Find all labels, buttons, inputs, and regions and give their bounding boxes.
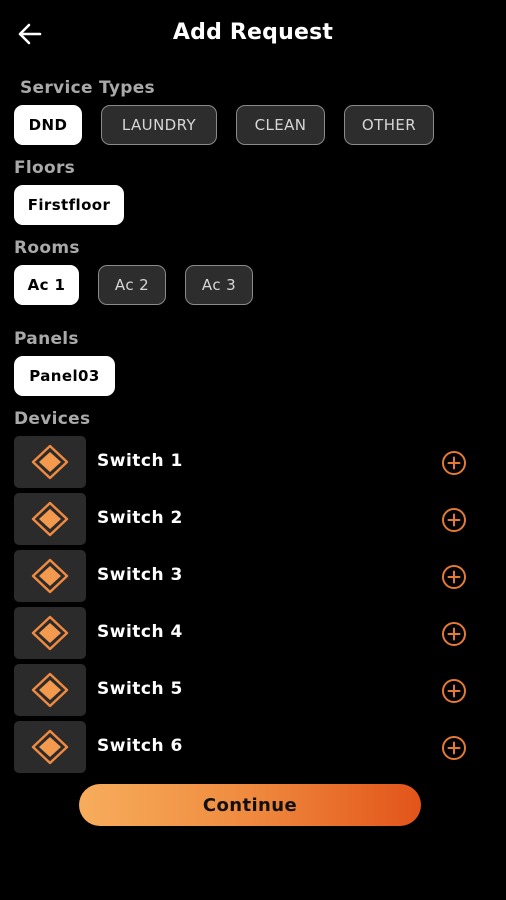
- add-device-button[interactable]: [441, 621, 467, 647]
- device-label: Switch 5: [97, 679, 183, 699]
- device-icon-box: [14, 721, 86, 773]
- diamond-switch-icon: [31, 558, 69, 594]
- chip-service-clean[interactable]: CLEAN: [236, 105, 325, 145]
- diamond-switch-icon: [31, 615, 69, 651]
- plus-circle-icon: [442, 508, 466, 532]
- chip-floor-firstfloor[interactable]: Firstfloor: [14, 185, 124, 225]
- add-device-button[interactable]: [441, 678, 467, 704]
- device-row-switch-6[interactable]: Switch 6: [14, 721, 484, 773]
- diamond-switch-icon: [31, 444, 69, 480]
- device-row-switch-2[interactable]: Switch 2: [14, 493, 484, 545]
- chip-service-laundry[interactable]: LAUNDRY: [101, 105, 217, 145]
- device-label: Switch 4: [97, 622, 183, 642]
- device-row-switch-4[interactable]: Switch 4: [14, 607, 484, 659]
- chip-room-ac2[interactable]: Ac 2: [98, 265, 166, 305]
- panels-label: Panels: [14, 329, 79, 349]
- app-header: Add Request: [0, 0, 506, 66]
- service-types-label: Service Types: [20, 78, 155, 98]
- plus-circle-icon: [442, 565, 466, 589]
- floors-label: Floors: [14, 158, 76, 178]
- device-label: Switch 6: [97, 736, 183, 756]
- add-device-button[interactable]: [441, 564, 467, 590]
- rooms-label: Rooms: [14, 238, 80, 258]
- continue-button[interactable]: Continue: [79, 784, 421, 826]
- add-device-button[interactable]: [441, 735, 467, 761]
- diamond-switch-icon: [31, 729, 69, 765]
- device-label: Switch 3: [97, 565, 183, 585]
- add-device-button[interactable]: [441, 450, 467, 476]
- device-icon-box: [14, 607, 86, 659]
- device-label: Switch 2: [97, 508, 183, 528]
- devices-label: Devices: [14, 409, 91, 429]
- device-icon-box: [14, 493, 86, 545]
- chip-service-dnd[interactable]: DND: [14, 105, 82, 145]
- device-icon-box: [14, 436, 86, 488]
- device-label: Switch 1: [97, 451, 183, 471]
- page-title: Add Request: [172, 20, 334, 45]
- add-device-button[interactable]: [441, 507, 467, 533]
- plus-circle-icon: [442, 622, 466, 646]
- device-row-switch-5[interactable]: Switch 5: [14, 664, 484, 716]
- device-icon-box: [14, 550, 86, 602]
- device-icon-box: [14, 664, 86, 716]
- chip-room-ac3[interactable]: Ac 3: [185, 265, 253, 305]
- device-row-switch-3[interactable]: Switch 3: [14, 550, 484, 602]
- plus-circle-icon: [442, 679, 466, 703]
- plus-circle-icon: [442, 451, 466, 475]
- chip-service-other[interactable]: OTHER: [344, 105, 434, 145]
- chip-room-ac1[interactable]: Ac 1: [14, 265, 79, 305]
- device-row-switch-1[interactable]: Switch 1: [14, 436, 484, 488]
- diamond-switch-icon: [31, 501, 69, 537]
- chip-panel-panel03[interactable]: Panel03: [14, 356, 115, 396]
- plus-circle-icon: [442, 736, 466, 760]
- diamond-switch-icon: [31, 672, 69, 708]
